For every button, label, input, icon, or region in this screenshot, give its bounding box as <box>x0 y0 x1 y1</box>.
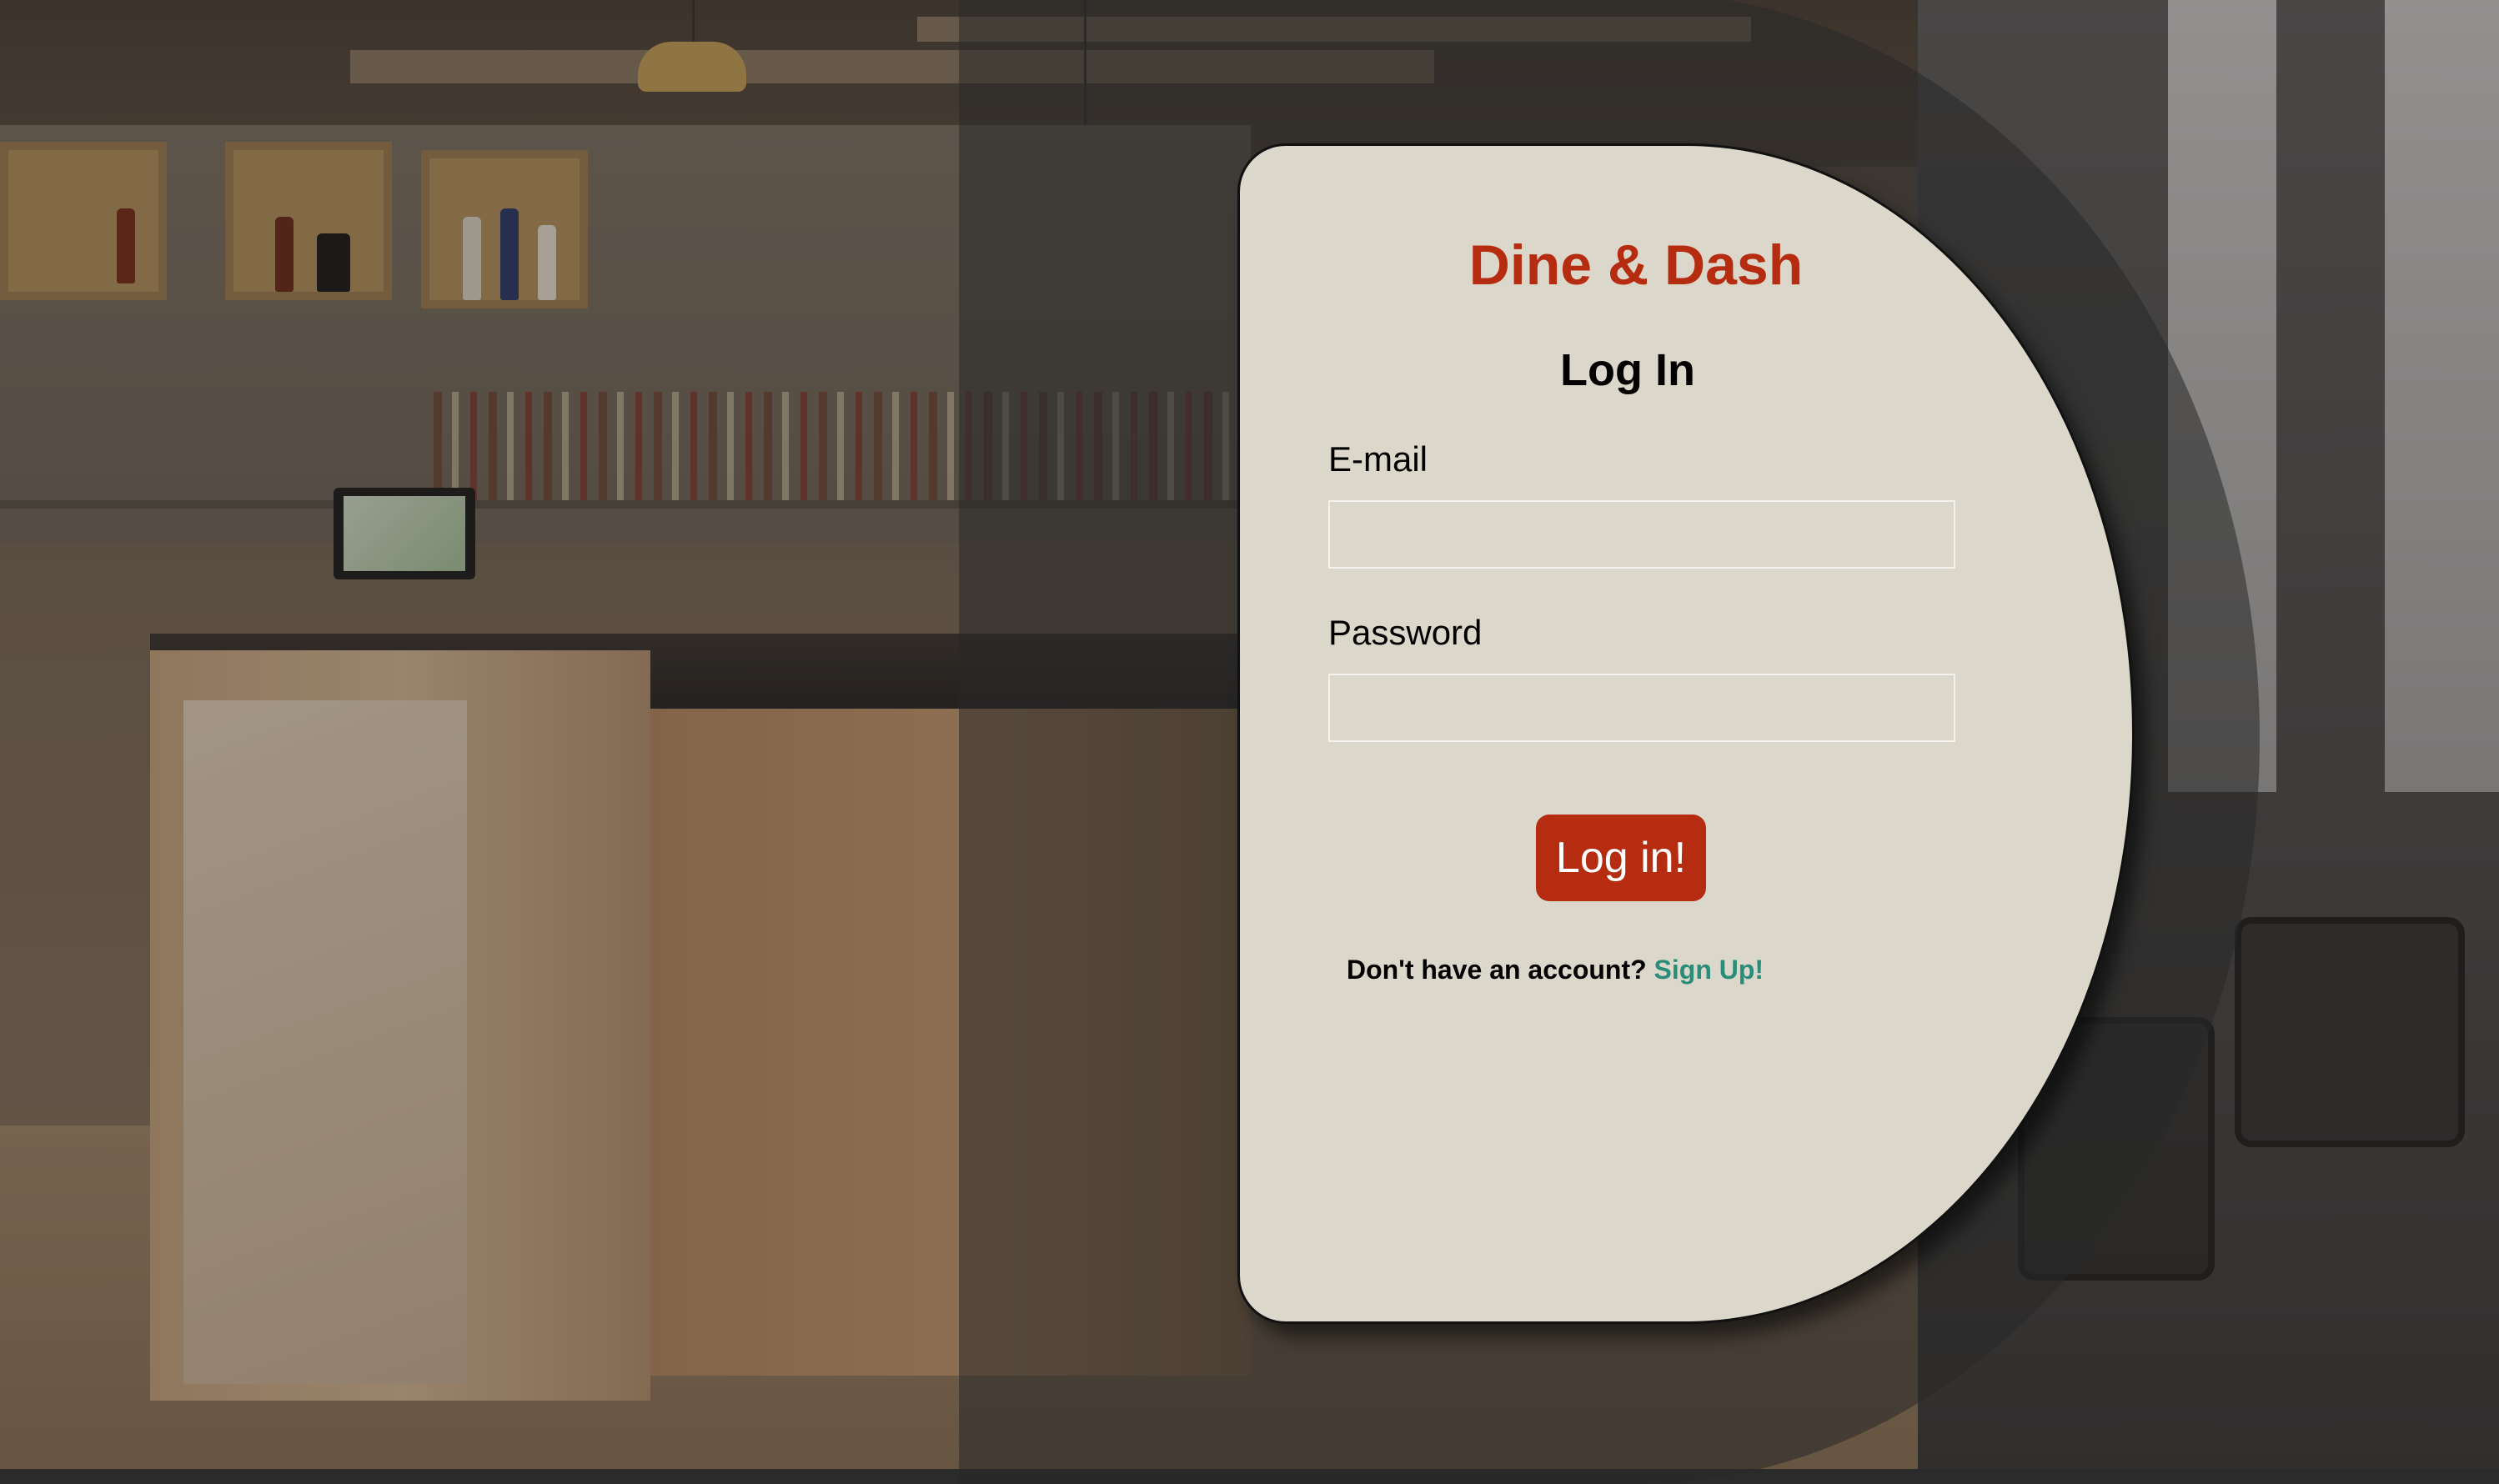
login-button[interactable]: Log in! <box>1536 815 1706 901</box>
password-field[interactable] <box>1328 674 1955 742</box>
signup-link[interactable]: Sign Up! <box>1654 955 1764 985</box>
brand-title: Dine & Dash <box>1468 233 1804 297</box>
password-label: Password <box>1328 613 1483 652</box>
email-label: E-mail <box>1328 439 1428 479</box>
login-heading: Log In <box>1560 345 1695 395</box>
login-card: Dine & Dash Log In E-mail Password Log i… <box>1237 143 2135 1324</box>
signup-prompt-text: Don't have an account? <box>1347 955 1654 985</box>
email-field[interactable] <box>1328 500 1955 569</box>
signup-prompt-line: Don't have an account? Sign Up! <box>1347 955 1764 985</box>
